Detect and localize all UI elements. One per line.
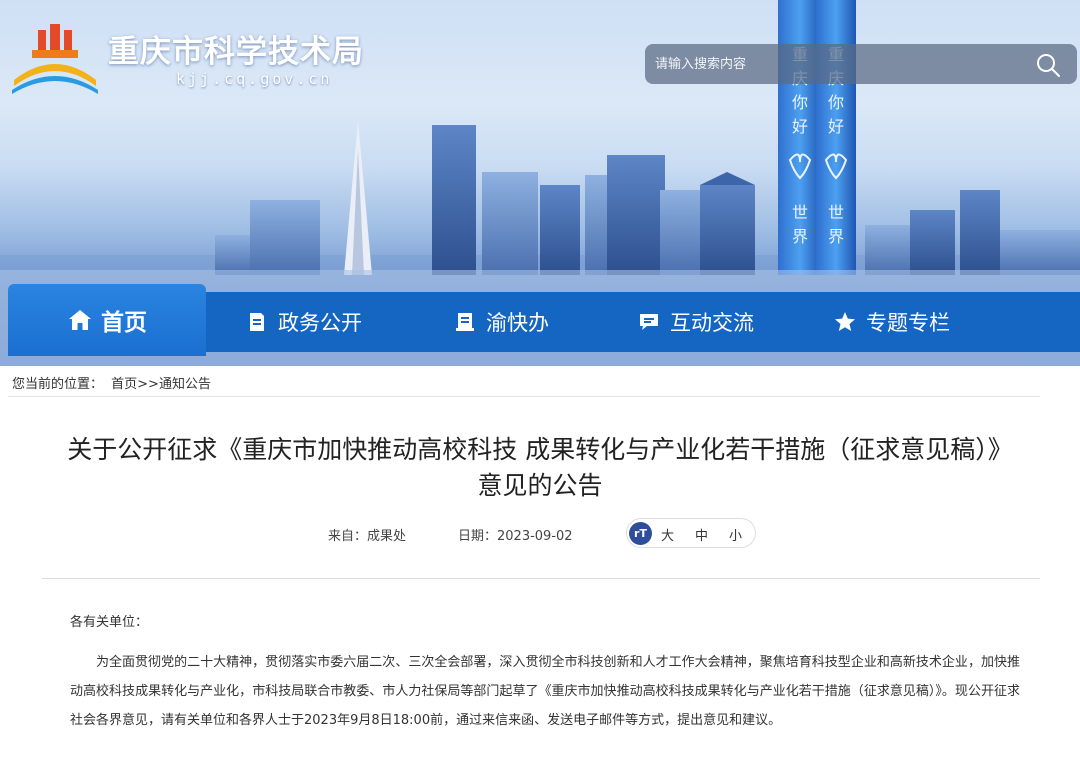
article-meta: 来自：成果处 日期：2023-09-02 rT 大 中 小	[0, 518, 1080, 548]
svg-text:界: 界	[792, 227, 808, 246]
logo-icon	[12, 24, 98, 94]
article-salutation: 各有关单位：	[70, 615, 149, 630]
svg-text:世: 世	[828, 203, 844, 222]
font-size-icon: rT	[629, 522, 652, 545]
nav-item-label: 渝快办	[486, 311, 549, 335]
font-size-large[interactable]: 大	[661, 525, 674, 544]
breadcrumb-prefix: 您当前的位置：	[12, 377, 104, 392]
svg-text:你: 你	[828, 93, 844, 112]
svg-text:你: 你	[792, 93, 808, 112]
article-source: 来自：成果处	[328, 529, 407, 544]
nav-home[interactable]: 首页	[8, 284, 206, 356]
font-size-medium[interactable]: 中	[695, 525, 708, 544]
search-box	[645, 44, 1077, 84]
book-icon	[456, 313, 474, 331]
main-nav: 首页 政务公开 渝快办 互动交流 专题专栏	[8, 284, 1080, 356]
nav-item-label: 专题专栏	[866, 311, 950, 335]
svg-text:好: 好	[828, 117, 844, 136]
nav-home-label: 首页	[101, 310, 147, 336]
nav-item-label: 互动交流	[670, 311, 754, 335]
article-date: 日期：2023-09-02	[458, 529, 573, 544]
breadcrumb-divider	[8, 396, 1040, 397]
nav-item-yukuaiban[interactable]: 渝快办	[454, 292, 549, 352]
star-icon	[835, 312, 855, 331]
article-paragraph: 为全面贯彻党的二十大精神，贯彻落实市委六届二次、三次全会部署，深入贯彻全市科技创…	[70, 655, 1020, 728]
article-divider	[42, 578, 1040, 579]
search-icon[interactable]	[1035, 52, 1061, 78]
svg-text:界: 界	[828, 227, 844, 246]
document-icon	[250, 313, 264, 331]
svg-text:世: 世	[792, 203, 808, 222]
header-banner: 重 庆 你 好 重 庆 你 好 世 界 世 界 重庆市科学技术局 kjj.cq.…	[0, 0, 1080, 372]
site-name[interactable]: 重庆市科学技术局	[108, 26, 364, 71]
nav-item-zhengwu[interactable]: 政务公开	[246, 292, 362, 352]
font-size-control: rT 大 中 小	[626, 518, 756, 548]
breadcrumb: 您当前的位置： 首页>>通知公告	[0, 366, 1080, 397]
nav-item-label: 政务公开	[278, 311, 362, 335]
search-input[interactable]	[655, 52, 1015, 76]
home-icon	[69, 310, 91, 330]
article-body: 各有关单位： 为全面贯彻党的二十大精神，贯彻落实市委六届二次、三次全会部署，深入…	[70, 612, 1020, 735]
article-title: 关于公开征求《重庆市加快推动高校科技 成果转化与产业化若干措施（征求意见稿）》意…	[67, 435, 1013, 500]
breadcrumb-path[interactable]: 首页>>通知公告	[111, 377, 211, 392]
svg-text:好: 好	[792, 117, 808, 136]
site-domain: kjj.cq.gov.cn	[176, 70, 333, 88]
nav-item-zhuanti[interactable]: 专题专栏	[834, 292, 950, 352]
chat-icon	[640, 314, 658, 330]
font-size-small[interactable]: 小	[729, 525, 742, 544]
nav-item-hudong[interactable]: 互动交流	[638, 292, 754, 352]
